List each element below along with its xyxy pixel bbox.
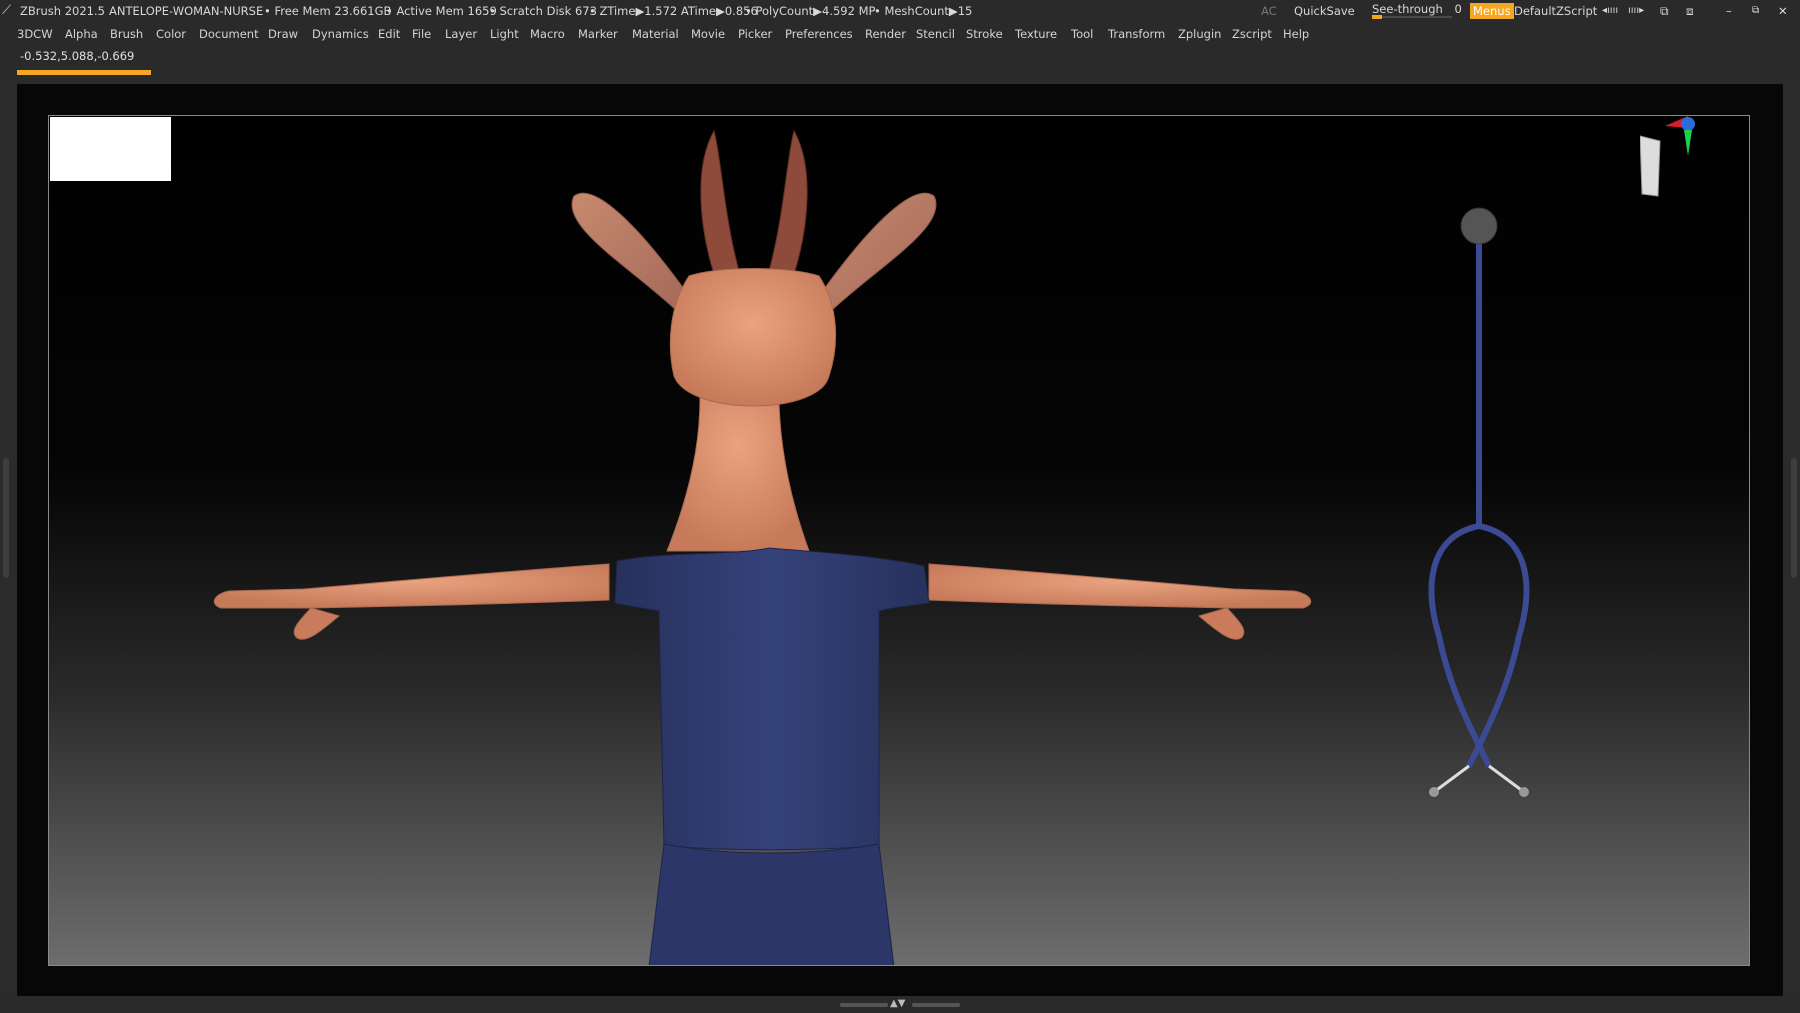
menu-dynamics[interactable]: Dynamics	[312, 22, 369, 46]
ac-button[interactable]: AC	[1261, 0, 1277, 22]
script-icon[interactable]: ⧈	[1686, 0, 1694, 22]
palette-right-icon[interactable]: ıııı▸	[1628, 0, 1644, 22]
bottom-tray-handle-right[interactable]	[912, 1003, 960, 1007]
menu-layer[interactable]: Layer	[445, 22, 477, 46]
menu-light[interactable]: Light	[490, 22, 519, 46]
document-name: ANTELOPE-WOMAN-NURSE	[109, 4, 264, 18]
menu-bar: 3DCW Alpha Brush Color Document Draw Dyn…	[0, 22, 1800, 46]
menu-tool[interactable]: Tool	[1071, 22, 1093, 46]
title-bar: ⟋ ZBrush 2021.5 ANTELOPE-WOMAN-NURSE • F…	[0, 0, 1800, 22]
document-viewport[interactable]	[48, 115, 1750, 966]
free-mem-readout: • Free Mem 23.661GB	[264, 4, 392, 18]
see-through-value: 0	[1454, 2, 1462, 16]
menu-3dcw[interactable]: 3DCW	[17, 22, 53, 46]
menu-zscript[interactable]: Zscript	[1232, 22, 1272, 46]
axis-y-icon	[1684, 130, 1692, 156]
zbrush-logo-icon[interactable]: ⟋	[2, 0, 11, 22]
menus-toggle[interactable]: Menus	[1470, 3, 1514, 19]
see-through-fill	[1372, 15, 1382, 19]
left-tray-handle[interactable]	[3, 458, 9, 578]
model-scene[interactable]	[49, 116, 1750, 966]
horns	[700, 129, 808, 275]
app-title: ZBrush 2021.5	[20, 4, 105, 18]
status-bar: -0.532,5.088,-0.669	[0, 46, 1800, 80]
menu-material[interactable]: Material	[632, 22, 679, 46]
menu-zplugin[interactable]: Zplugin	[1178, 22, 1221, 46]
scratch-disk-readout: • Scratch Disk 673	[489, 4, 597, 18]
menu-picker[interactable]: Picker	[738, 22, 772, 46]
nurse-shirt	[614, 547, 930, 965]
minimize-icon[interactable]: –	[1726, 0, 1732, 22]
menu-marker[interactable]: Marker	[578, 22, 618, 46]
menu-alpha[interactable]: Alpha	[65, 22, 98, 46]
polycount-readout: • PolyCount▶4.592 MP	[745, 4, 876, 18]
bottom-bar: ▲▼	[0, 996, 1800, 1013]
menu-document[interactable]: Document	[199, 22, 259, 46]
menu-movie[interactable]: Movie	[691, 22, 725, 46]
menu-transform[interactable]: Transform	[1108, 22, 1165, 46]
right-ear	[818, 192, 937, 312]
navigation-cube-icon[interactable]	[1640, 116, 1760, 216]
bottom-tray-handle-left[interactable]	[840, 1003, 888, 1007]
palette-left-icon[interactable]: ◂ıııı	[1602, 0, 1618, 22]
menu-stroke[interactable]: Stroke	[966, 22, 1003, 46]
right-arm	[928, 563, 1312, 640]
menu-color[interactable]: Color	[156, 22, 186, 46]
menu-texture[interactable]: Texture	[1015, 22, 1057, 46]
menu-stencil[interactable]: Stencil	[916, 22, 955, 46]
active-mem-readout: • Active Mem 1659	[386, 4, 497, 18]
default-zscript-button[interactable]: DefaultZScript	[1514, 0, 1597, 22]
menu-file[interactable]: File	[412, 22, 431, 46]
menu-render[interactable]: Render	[865, 22, 906, 46]
left-arm	[213, 563, 610, 640]
bottom-tray-toggle-icon[interactable]: ▲▼	[890, 999, 905, 1009]
menu-brush[interactable]: Brush	[110, 22, 143, 46]
antelope-head	[669, 268, 836, 407]
restore-icon[interactable]: ⧉	[1752, 0, 1759, 22]
layout-icon[interactable]: ⧉	[1660, 0, 1669, 22]
right-tray-handle[interactable]	[1791, 458, 1797, 578]
menu-macro[interactable]: Macro	[530, 22, 565, 46]
see-through-track	[1372, 16, 1452, 18]
stethoscope	[1428, 207, 1530, 797]
close-icon[interactable]: ✕	[1778, 0, 1788, 22]
menu-edit[interactable]: Edit	[378, 22, 400, 46]
meshcount-readout: • MeshCount▶15	[874, 4, 973, 18]
see-through-label: See-through	[1372, 2, 1443, 16]
cursor-coordinates: -0.532,5.088,-0.669	[20, 49, 135, 63]
menu-draw[interactable]: Draw	[268, 22, 298, 46]
quicksave-button[interactable]: QuickSave	[1294, 0, 1355, 22]
progress-bar	[17, 70, 151, 75]
model-thumbnail	[50, 117, 171, 181]
menu-preferences[interactable]: Preferences	[785, 22, 853, 46]
ztime-readout: • ZTime▶1.572 ATime▶0.856	[589, 4, 758, 18]
axis-z-icon	[1681, 117, 1695, 131]
left-ear	[571, 192, 690, 312]
menu-help[interactable]: Help	[1283, 22, 1309, 46]
